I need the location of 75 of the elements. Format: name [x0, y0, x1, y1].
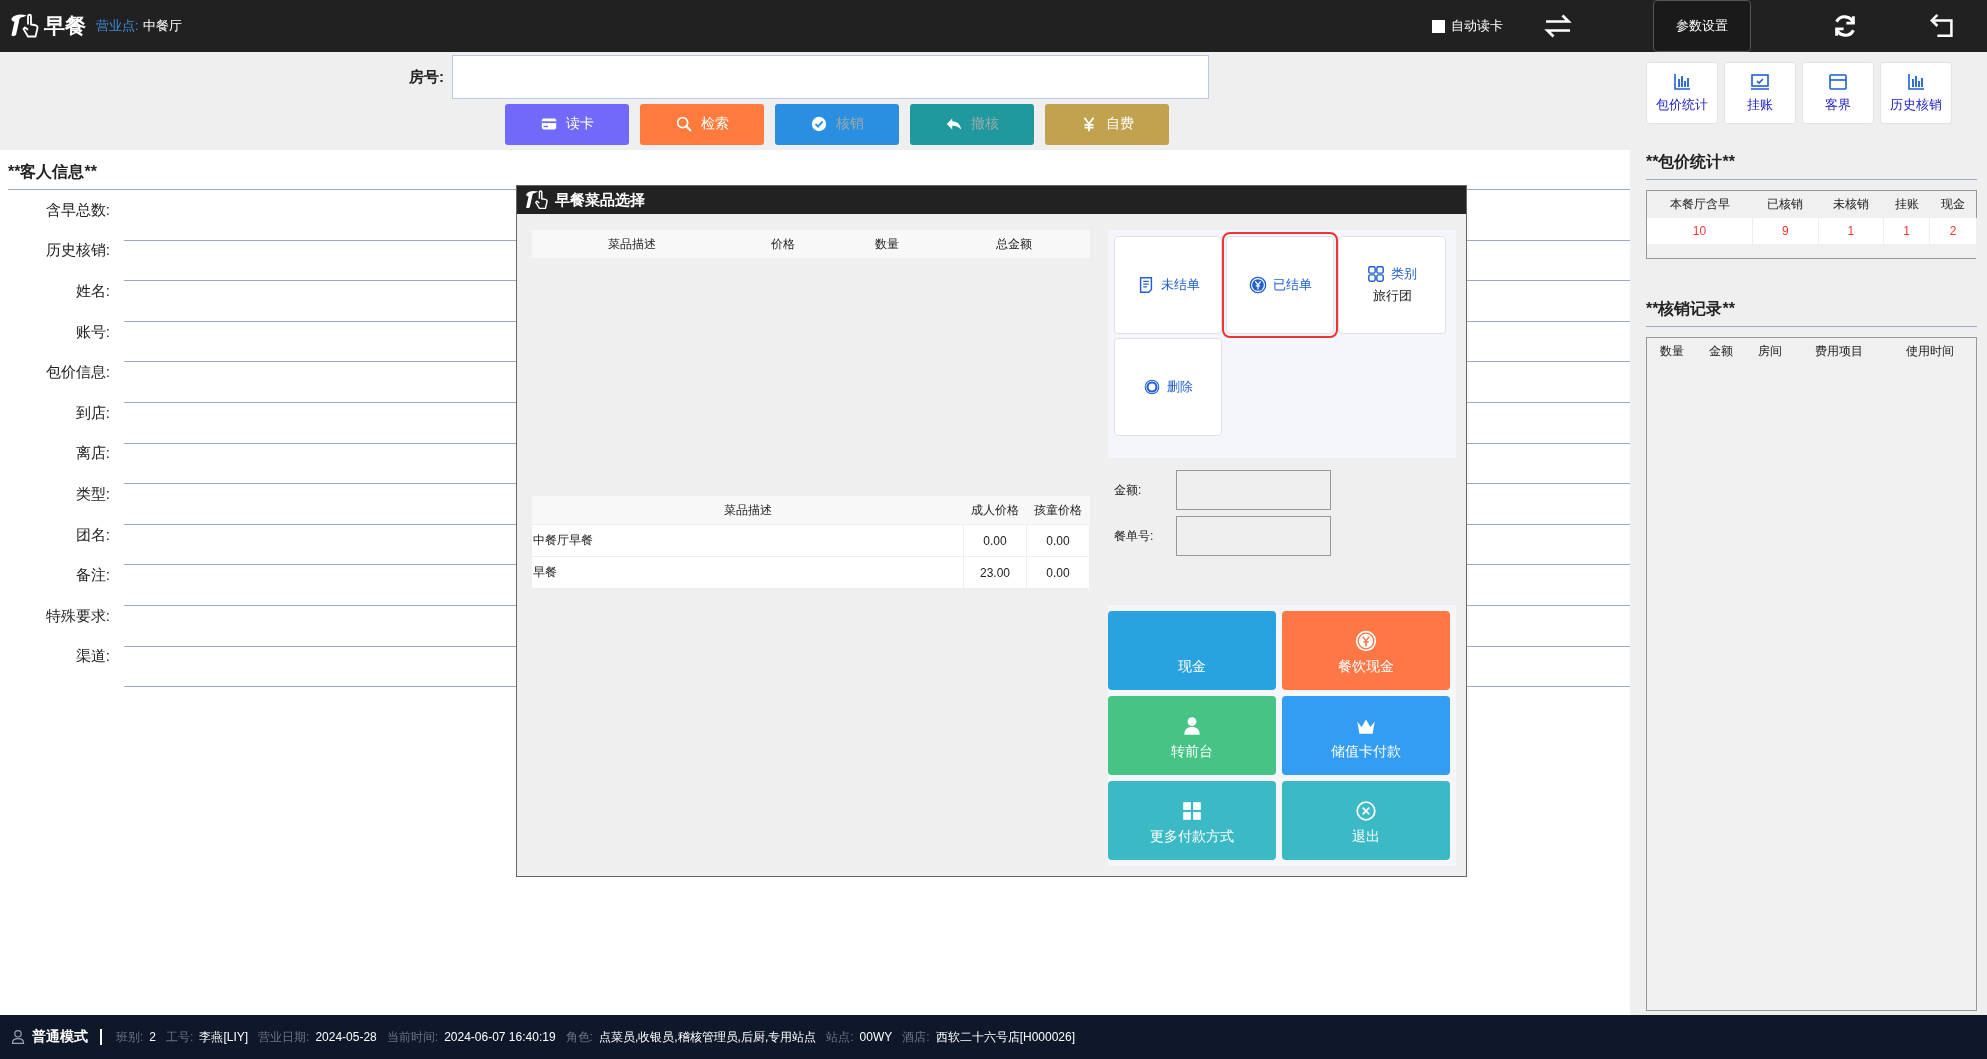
room-label: 房号: — [408, 67, 445, 87]
status-value: 2024-05-28 — [315, 1030, 377, 1044]
table-cell[interactable]: 0.00 — [1026, 556, 1090, 588]
field-label: 类型: — [74, 484, 110, 504]
checkbox-label: 自动读卡 — [1451, 17, 1503, 35]
field-label: 特殊要求: — [44, 606, 110, 626]
field-label: 备注: — [74, 566, 110, 586]
bill-button[interactable]: 删除 — [1114, 338, 1222, 436]
column-header: 总金额 — [938, 230, 1090, 258]
field-label: 到店: — [74, 403, 110, 423]
column-header: 金额 — [1696, 337, 1746, 365]
column-header: 菜品描述 — [532, 230, 732, 258]
column-header: 未核销 — [1818, 190, 1884, 218]
column-header: 数量 — [1646, 337, 1697, 365]
side-button[interactable]: 挂账 — [1724, 62, 1796, 124]
column-header: 费用项目 — [1794, 337, 1885, 365]
status-value: 2024-06-07 16:40:19 — [444, 1030, 556, 1044]
table-cell[interactable]: 中餐厅早餐 — [532, 524, 964, 557]
status-label: 角色: — [565, 1028, 593, 1046]
field-label: 含早总数: — [44, 200, 110, 220]
status-label: 站点: — [826, 1028, 854, 1046]
table-cell: 9 — [1752, 218, 1819, 244]
column-header: 价格 — [731, 230, 835, 258]
table-cell[interactable]: 0.00 — [1026, 524, 1090, 557]
field-label: 团名: — [74, 525, 110, 545]
side-button[interactable]: 历史核销 — [1880, 62, 1952, 124]
settings-button[interactable]: 参数设置 — [1653, 0, 1751, 52]
field-label: 姓名: — [74, 282, 110, 301]
table-cell: 10 — [1646, 218, 1753, 244]
column-header: 现金 — [1929, 190, 1977, 218]
side-button[interactable]: 包价统计 — [1646, 62, 1718, 124]
outlet-name: 中餐厅 — [142, 17, 182, 35]
status-label: 酒店: — [902, 1028, 930, 1046]
dialog-title: 早餐菜品选择 — [555, 190, 645, 210]
status-label: 工号: — [166, 1028, 194, 1046]
table-cell: 1 — [1883, 218, 1930, 244]
section-title: **核销记录** — [1646, 293, 1977, 327]
action-button[interactable]: 读卡 — [505, 103, 629, 145]
status-label: 营业日期: — [258, 1028, 310, 1046]
field-label: 离店: — [74, 444, 110, 464]
status-label: 当前时间: — [386, 1028, 439, 1046]
side-button[interactable]: 客界 — [1802, 62, 1874, 124]
column-header: 孩童价格 — [1026, 496, 1090, 525]
column-header: 房间 — [1745, 337, 1794, 365]
field-label: 餐单号: — [1113, 527, 1155, 545]
section-title: **包价统计** — [1646, 146, 1977, 180]
column-header: 菜品描述 — [532, 496, 964, 525]
column-header: 数量 — [834, 230, 939, 258]
field-label: 渠道: — [74, 647, 110, 667]
table-cell[interactable]: 0.00 — [963, 524, 1027, 557]
outlet-label: 营业点: — [96, 17, 139, 35]
status-label: 班别: — [116, 1028, 144, 1046]
status-value: 西软二十六号店[H000026] — [935, 1028, 1076, 1046]
category-value: 旅行团 — [1372, 287, 1412, 305]
status-value: 2 — [149, 1030, 157, 1044]
field-label: 账号: — [74, 322, 110, 342]
status-value: 李燕[LIY] — [199, 1028, 249, 1046]
app-title: 早餐 — [44, 13, 86, 39]
status-value: 00WY — [859, 1030, 893, 1044]
field-label: 历史核销: — [44, 241, 110, 261]
column-header: 挂账 — [1883, 190, 1930, 218]
column-header: 本餐厅含早 — [1646, 190, 1753, 218]
column-header: 已核销 — [1752, 190, 1819, 218]
column-header: 成人价格 — [963, 496, 1027, 525]
bill-button[interactable]: 类别 旅行团 — [1338, 236, 1446, 334]
column-header: 使用时间 — [1884, 337, 1977, 365]
table-cell[interactable]: 早餐 — [532, 556, 964, 588]
mode-label: 普通模式 — [32, 1028, 88, 1046]
table-cell[interactable]: 23.00 — [963, 556, 1027, 588]
bill-button[interactable]: 未结单 — [1114, 236, 1222, 334]
field-label: 金额: — [1113, 481, 1143, 499]
table-cell: 2 — [1929, 218, 1977, 244]
field-label: 包价信息: — [44, 363, 110, 383]
table-cell: 1 — [1818, 218, 1884, 244]
status-value: 点菜员,收银员,稽核管理员,后厨,专用站点 — [598, 1028, 817, 1046]
